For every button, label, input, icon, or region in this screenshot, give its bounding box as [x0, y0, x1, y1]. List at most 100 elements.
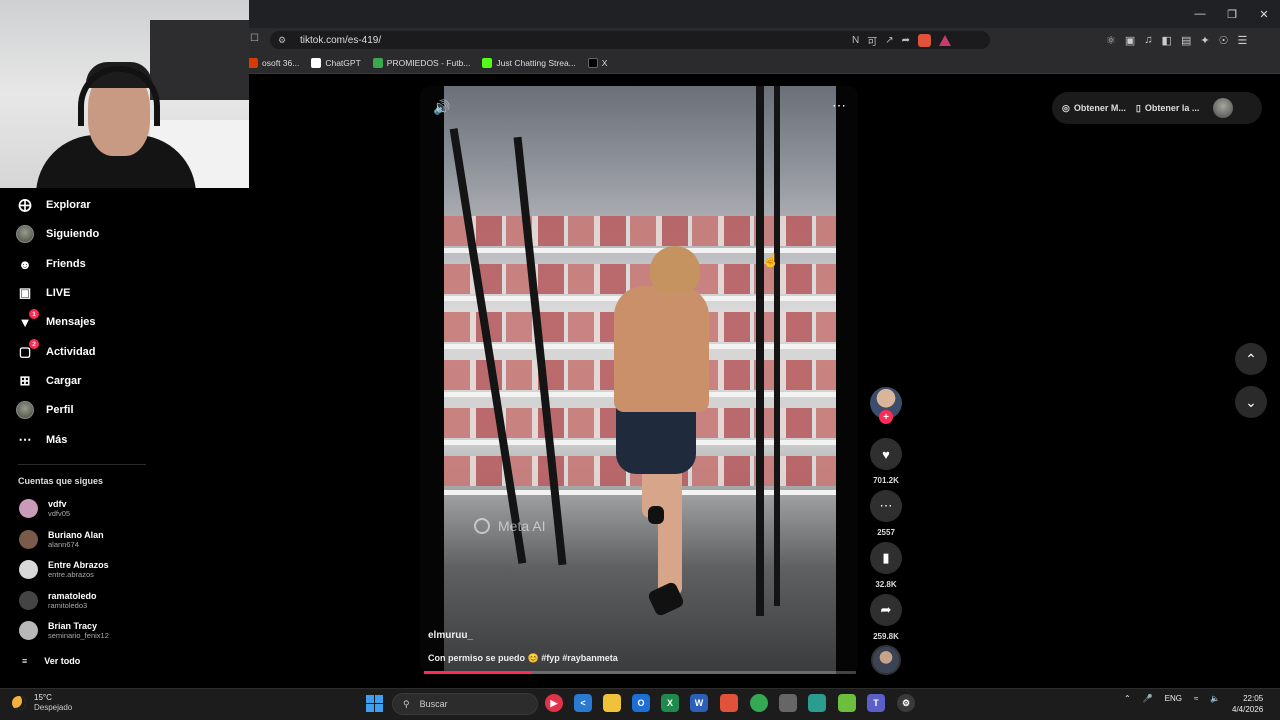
menu-icon[interactable]: ☰ [1237, 34, 1247, 47]
like-count: 701.2K [873, 476, 899, 485]
clock[interactable]: 22:05 4/4/2026 [1232, 693, 1263, 715]
sidebar-item-friends[interactable]: ☻ Friends [16, 253, 86, 275]
previous-video-button[interactable]: ⌃ [1235, 343, 1267, 375]
bookmark-item[interactable]: osoft 36... [248, 57, 299, 68]
inbox-icon: ▼ 1 [16, 309, 39, 331]
browser-toolbar-icons: ⚛ ▣ ♫ ◧ ▤ ✦ ☉ ☰ [1106, 31, 1247, 49]
bookmark-item[interactable]: X [587, 57, 607, 68]
window-controls: — ❐ ✕ [1184, 0, 1280, 28]
profile-avatar[interactable] [1213, 98, 1234, 118]
taskbar-search[interactable]: ⚲ Buscar [392, 693, 538, 715]
follow-plus-icon[interactable]: + [879, 410, 893, 424]
word-icon[interactable]: W [690, 694, 708, 712]
video-author[interactable]: elmuruu_ [428, 630, 473, 641]
microphone-icon[interactable]: 🎤 [1143, 694, 1153, 703]
brave-rewards-icon[interactable] [939, 34, 952, 46]
app-icon[interactable] [779, 694, 797, 712]
avatar: + [870, 387, 902, 424]
following-title: Cuentas que sigues [18, 476, 104, 486]
language-indicator[interactable]: ENG [1165, 694, 1182, 703]
video-player[interactable]: Meta AI [444, 86, 836, 674]
save-button[interactable]: ▮ 32.8K [870, 542, 902, 589]
sidebar-item-mas[interactable]: ⋯ Más [16, 429, 68, 451]
sidebar-item-perfil[interactable]: Perfil [16, 399, 74, 421]
following-account[interactable]: Brian Tracy seminario_fenix12 [19, 621, 109, 640]
volume-icon[interactable]: 🔊 [433, 99, 450, 116]
photos-icon[interactable] [808, 694, 826, 712]
minecraft-icon[interactable] [838, 694, 856, 712]
site-settings-icon[interactable]: ⚙ [278, 35, 290, 46]
wifi-icon[interactable]: ≈ [1194, 694, 1198, 703]
sound-disc-button[interactable] [870, 645, 902, 675]
friends-icon: ☻ [18, 256, 32, 272]
kick-icon [482, 57, 493, 68]
creator-avatar-button[interactable]: + [870, 387, 902, 424]
weather-widget[interactable]: 15°C Despejado [12, 693, 72, 713]
translate-icon[interactable]: 可 [867, 33, 877, 48]
media-app-icon[interactable]: ▶ [545, 694, 563, 712]
sidebar-item-actividad[interactable]: ▢ 2 Actividad [16, 339, 96, 363]
reader-mode-icon[interactable]: N [852, 35, 859, 46]
comment-button[interactable]: ⋯ 2557 [870, 490, 902, 537]
sidebar-item-live[interactable]: ▣ LIVE [16, 282, 71, 304]
sidebar-toggle-icon[interactable]: ◧ [1162, 34, 1172, 47]
settings-icon[interactable]: ⚙ [897, 694, 915, 712]
bookmark-icon: ▮ [870, 542, 902, 574]
extensions-icon[interactable]: ⚛ [1106, 34, 1116, 47]
share-icon[interactable]: ➦ [902, 35, 910, 46]
close-icon[interactable]: ✕ [1248, 0, 1280, 28]
restore-icon[interactable]: ❐ [1216, 0, 1248, 28]
more-icon: ⋯ [18, 432, 32, 447]
wallet-icon[interactable]: ▤ [1181, 34, 1191, 47]
open-external-icon[interactable]: ↗ [885, 35, 893, 46]
music-icon[interactable]: ♫ [1144, 34, 1152, 46]
following-account[interactable]: Buriano Alan alann674 [19, 530, 104, 549]
brave-shields-icon[interactable] [918, 33, 932, 47]
share-button[interactable]: ➦ 259.8K [870, 594, 902, 641]
upload-icon: ⊞ [19, 373, 31, 388]
search-icon: ⚲ [403, 698, 410, 709]
list-icon: ≡ [22, 656, 28, 666]
bookmark-item[interactable]: Just Chatting Strea... [482, 57, 576, 68]
coin-icon: ◎ [1062, 102, 1070, 113]
speaker-icon[interactable]: 🔈 [1210, 694, 1220, 703]
following-account[interactable]: Entre Abrazos entre.abrazos [19, 560, 109, 579]
avatar [19, 621, 38, 640]
next-video-button[interactable]: ⌄ [1235, 386, 1267, 418]
leo-ai-icon[interactable]: ✦ [1200, 34, 1209, 47]
more-options-icon[interactable]: ⋯ [832, 97, 847, 114]
moon-icon [12, 696, 26, 710]
like-button[interactable]: ♥ 701.2K [870, 438, 902, 485]
video-progress-fill [424, 671, 532, 674]
minimize-icon[interactable]: — [1184, 0, 1216, 28]
following-account[interactable]: vdfv vdfv05 [19, 499, 70, 518]
see-all-button[interactable]: ≡ Ver todo [22, 656, 80, 666]
excel-icon[interactable]: X [661, 694, 679, 712]
chevron-up-icon[interactable]: ⌃ [1124, 694, 1131, 703]
outlook-icon[interactable]: O [632, 694, 650, 712]
get-coins-button[interactable]: ◎ Obtener M... [1062, 103, 1126, 114]
tab-icon[interactable]: ▣ [1125, 34, 1135, 47]
chrome-icon[interactable] [750, 694, 768, 712]
following-account[interactable]: ramatoledo ramitoledo3 [19, 591, 97, 610]
avatar [19, 530, 38, 549]
chevron-up-icon: ⌃ [1245, 350, 1257, 367]
bookmark-star-icon[interactable]: ☐ [250, 33, 259, 44]
vpn-icon[interactable]: ☉ [1219, 34, 1229, 47]
file-explorer-icon[interactable] [603, 694, 621, 712]
brave-browser-icon[interactable] [720, 694, 738, 712]
start-button[interactable] [366, 695, 383, 712]
teams-icon[interactable]: T [867, 694, 885, 712]
sidebar-item-cargar[interactable]: ⊞ Cargar [16, 370, 82, 392]
bookmark-item[interactable]: ChatGPT [311, 57, 361, 68]
sidebar-item-siguiendo[interactable]: Siguiendo [16, 223, 99, 245]
get-app-button[interactable]: ▯ Obtener la ... [1136, 103, 1199, 114]
sidebar-item-explorar[interactable]: ⨁ Explorar [16, 194, 91, 216]
meta-ai-icon [474, 518, 490, 534]
vscode-icon[interactable]: < [574, 694, 592, 712]
top-actions-bar: ◎ Obtener M... ▯ Obtener la ... [1052, 92, 1262, 124]
comment-icon: ⋯ [870, 490, 902, 522]
url-text: tiktok.com/es-419/ [300, 34, 382, 46]
bookmark-item[interactable]: PROMIEDOS - Futb... [372, 57, 470, 68]
sidebar-item-mensajes[interactable]: ▼ 1 Mensajes [16, 309, 96, 333]
